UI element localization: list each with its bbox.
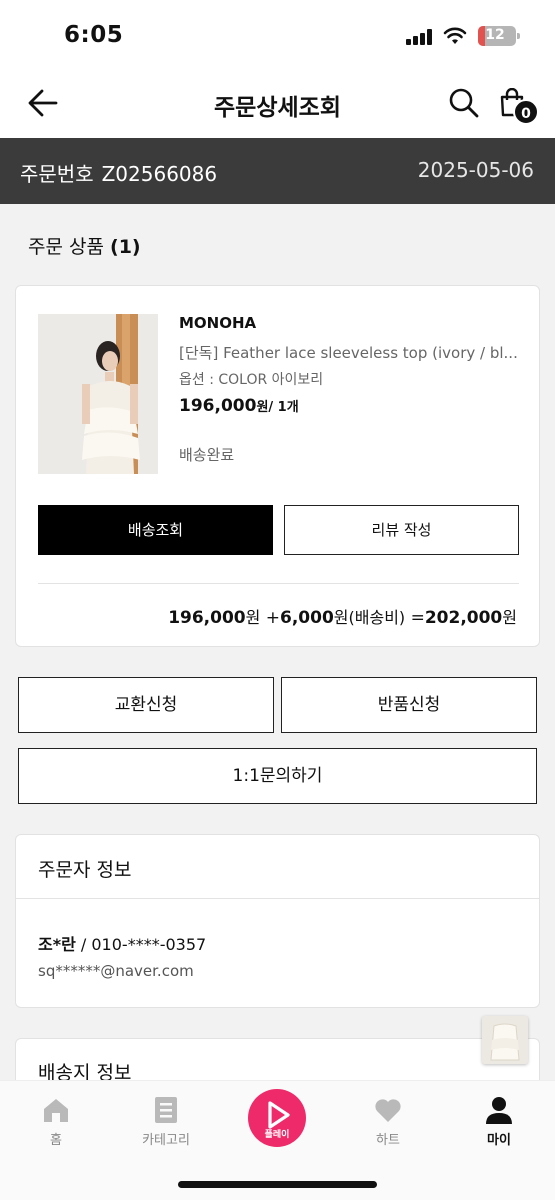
delivery-status: 배송완료 [179, 446, 235, 464]
bottom-navigation: 홈 카테고리 플레이 하트 마이 [0, 1080, 555, 1200]
cart-count-badge: 0 [513, 99, 539, 125]
product-name[interactable]: [단독] Feather lace sleeveless top (ivory … [179, 342, 519, 363]
home-icon [44, 1099, 68, 1122]
track-delivery-button[interactable]: 배송조회 [38, 505, 273, 555]
nav-my-label: 마이 [487, 1133, 511, 1148]
product-image[interactable] [38, 314, 158, 474]
order-date: 2025-05-06 [417, 158, 534, 182]
nav-category-label: 카테고리 [142, 1133, 190, 1148]
order-number-value: Z02566086 [101, 162, 218, 186]
nav-my[interactable]: 마이 [459, 1095, 539, 1148]
status-bar: 6:05 12 [0, 0, 555, 70]
divider [38, 583, 519, 584]
nav-heart[interactable]: 하트 [348, 1095, 428, 1148]
heart-icon [375, 1099, 401, 1122]
order-info-bar: 주문번호 Z02566086 2025-05-06 [0, 138, 555, 204]
cellular-signal-icon [406, 29, 434, 45]
ordered-products-title: 주문 상품 (1) [28, 236, 141, 258]
status-time: 6:05 [64, 22, 124, 48]
order-number: 주문번호 Z02566086 [20, 158, 217, 187]
orderer-phone: 010-****-0357 [91, 935, 207, 954]
nav-play[interactable]: 플레이 [248, 1089, 306, 1147]
recent-item-thumbnail[interactable] [482, 1016, 528, 1064]
product-brand[interactable]: MONOHA [179, 314, 256, 332]
price-summary: 196,000원 +6,000원(배송비) =202,000원 [168, 608, 517, 628]
recent-item-photo [482, 1016, 528, 1064]
write-review-button[interactable]: 리뷰 작성 [284, 505, 519, 555]
return-request-button[interactable]: 반품신청 [281, 677, 537, 733]
home-indicator [178, 1181, 377, 1188]
one-to-one-inquiry-button[interactable]: 1:1문의하기 [18, 748, 537, 804]
product-photo [38, 314, 158, 474]
orderer-name: 조*란 [38, 935, 76, 954]
app-header: 주문상세조회 0 [0, 70, 555, 138]
ordered-products-count: (1) [110, 236, 141, 258]
exchange-request-button[interactable]: 교환신청 [18, 677, 274, 733]
battery-icon: 12 [478, 26, 520, 46]
product-card: MONOHA [단독] Feather lace sleeveless top … [15, 285, 540, 647]
order-number-label: 주문번호 [20, 162, 94, 186]
nav-home-label: 홈 [50, 1133, 62, 1148]
price-unit-qty: 원/ 1개 [256, 400, 299, 415]
product-price: 196,000원/ 1개 [179, 396, 299, 416]
battery-level: 12 [485, 27, 505, 43]
list-icon [155, 1097, 177, 1123]
divider [16, 898, 539, 899]
wifi-icon [443, 27, 467, 44]
nav-category[interactable]: 카테고리 [126, 1095, 206, 1148]
orderer-info-title: 주문자 정보 [38, 859, 132, 881]
cart-button[interactable]: 0 [498, 86, 542, 128]
nav-home[interactable]: 홈 [16, 1095, 96, 1148]
search-icon[interactable] [447, 86, 481, 120]
person-icon [486, 1097, 512, 1124]
order-total: 202,000 [424, 608, 503, 628]
nav-heart-label: 하트 [376, 1133, 400, 1148]
nav-play-label: 플레이 [264, 1130, 290, 1140]
orderer-info-card: 주문자 정보 조*란 / 010-****-0357 sq******@nave… [15, 834, 540, 1008]
orderer-email: sq******@naver.com [38, 962, 194, 980]
orderer-name-phone: 조*란 / 010-****-0357 [38, 935, 207, 954]
product-option: 옵션 : COLOR 아이보리 [179, 372, 324, 388]
